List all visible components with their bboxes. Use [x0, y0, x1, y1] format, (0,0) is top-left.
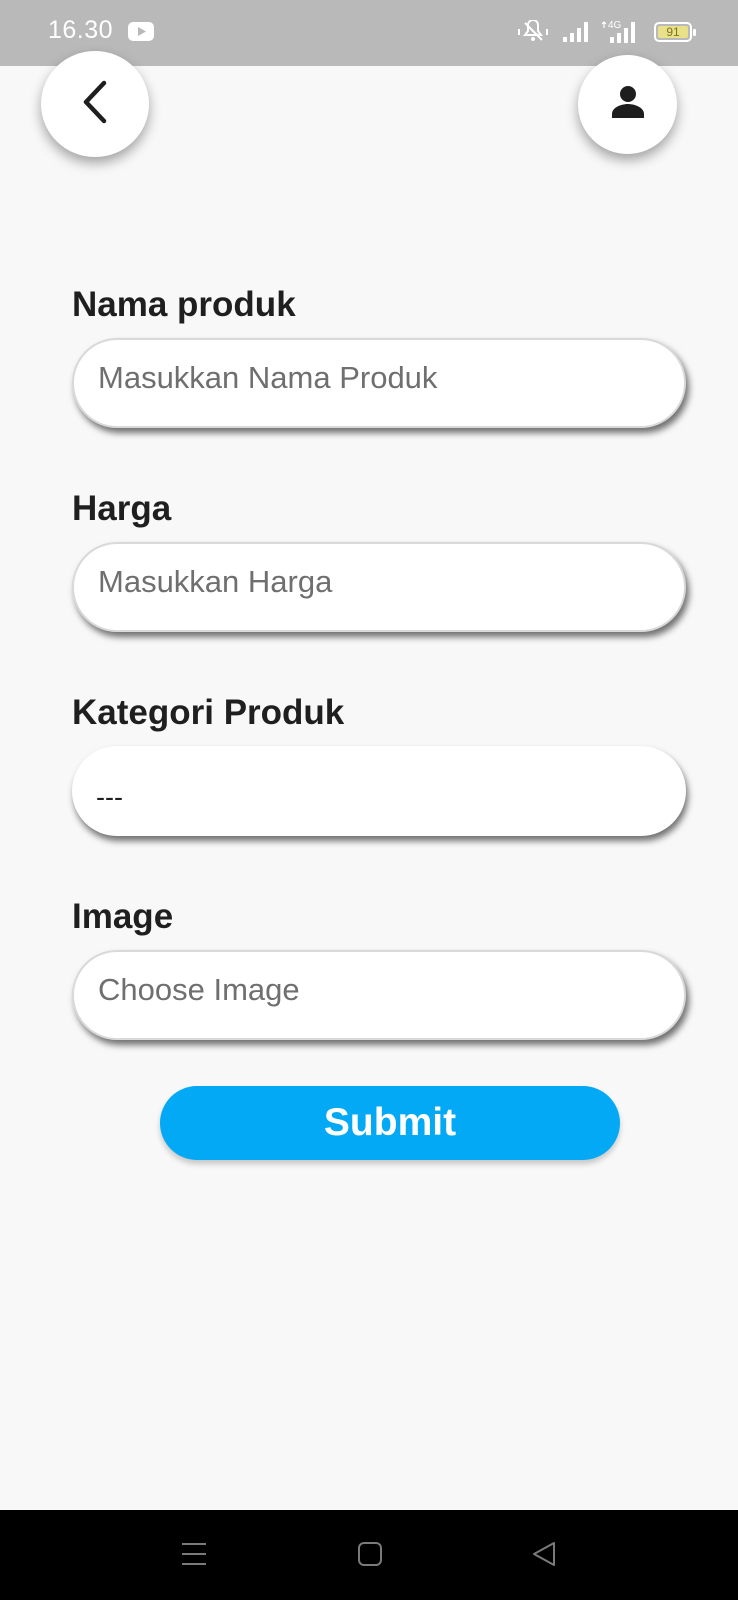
status-time: 16.30 [48, 16, 114, 44]
navigation-bar [0, 1510, 738, 1600]
profile-button[interactable] [578, 55, 677, 154]
back-triangle-icon[interactable] [530, 1540, 558, 1573]
mute-vibrate-icon [516, 20, 550, 44]
image-field-box [72, 950, 686, 1040]
price-input[interactable] [98, 564, 660, 600]
category-selected-value: --- [96, 781, 123, 812]
back-button[interactable] [41, 51, 149, 157]
price-label: Harga [72, 489, 172, 528]
signal-4g-icon: 4G [602, 19, 642, 45]
submit-button[interactable]: Submit [160, 1086, 620, 1160]
price-field-box [72, 542, 686, 632]
category-label: Kategori Produk [72, 693, 345, 732]
status-icons: 4G 91 [516, 16, 696, 48]
signal-icon [562, 21, 590, 43]
product-name-field-box [72, 338, 686, 428]
image-label: Image [72, 897, 174, 936]
network-label: 4G [608, 20, 622, 31]
battery-icon: 91 [654, 22, 696, 42]
youtube-icon [128, 22, 154, 41]
product-form: Nama produk Harga Kategori Produk --- Im… [72, 282, 687, 1040]
chevron-left-icon [78, 80, 112, 129]
person-icon [610, 84, 646, 125]
battery-level: 91 [658, 26, 688, 38]
home-square-icon[interactable] [356, 1540, 384, 1573]
menu-icon[interactable] [180, 1540, 208, 1573]
image-picker-input[interactable] [98, 972, 660, 1008]
product-name-label: Nama produk [72, 285, 296, 324]
product-name-input[interactable] [98, 360, 660, 396]
category-select[interactable]: --- [72, 746, 686, 836]
